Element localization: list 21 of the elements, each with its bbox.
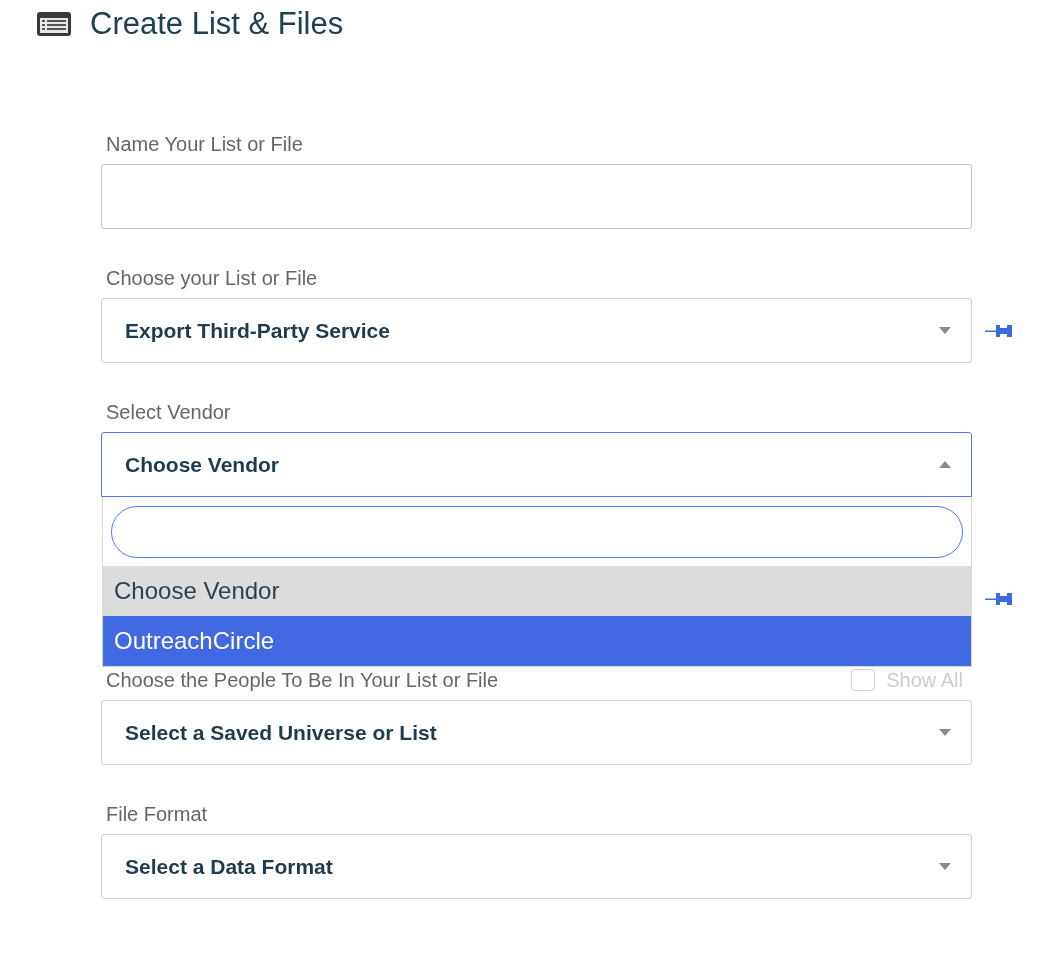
caret-icon <box>939 729 951 736</box>
caret-icon <box>939 327 951 334</box>
field-label: Select Vendor <box>106 401 231 423</box>
dropdown-select[interactable]: Select a Data Format <box>101 834 972 899</box>
input-field[interactable] <box>101 164 972 229</box>
field-label: File Format <box>106 803 208 825</box>
dropdown-select[interactable]: Export Third-Party Service <box>101 298 972 363</box>
dropdown-option[interactable]: Choose Vendor <box>103 566 971 616</box>
dropdown-option[interactable]: OutreachCircle <box>103 616 971 666</box>
list-icon <box>37 12 71 36</box>
field-label: Choose the People To Be In Your List or File <box>106 669 499 691</box>
dropdown-select[interactable]: Choose Vendor <box>101 432 972 497</box>
page-title: Create List & Files <box>90 6 344 42</box>
pushpin-icon[interactable] <box>985 322 1015 339</box>
field-label: Choose your List or File <box>106 267 318 289</box>
search-field[interactable] <box>111 506 963 558</box>
field-label: Name Your List or File <box>106 133 303 155</box>
caret-icon <box>939 461 951 468</box>
pushpin-icon[interactable] <box>985 590 1015 607</box>
dropdown-select[interactable]: Select a Saved Universe or List <box>101 700 972 765</box>
caret-icon <box>939 863 951 870</box>
